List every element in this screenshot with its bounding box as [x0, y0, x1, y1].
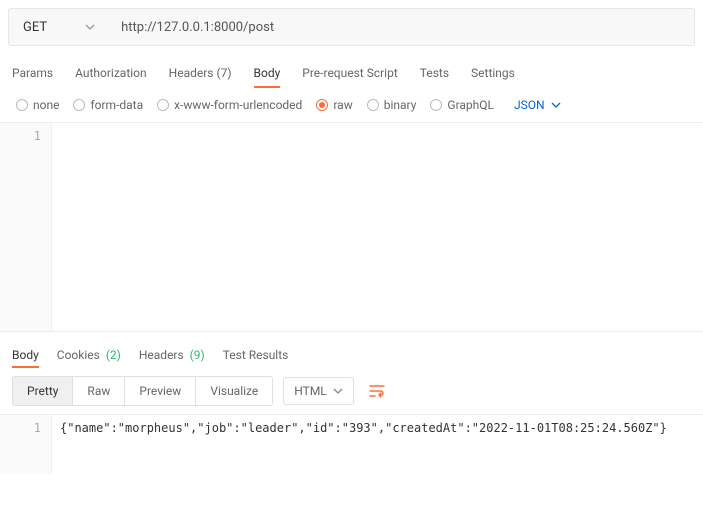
radio-dot-icon [73, 99, 85, 111]
radio-urlencoded-label: x-www-form-urlencoded [174, 98, 302, 112]
chevron-down-icon [333, 388, 343, 394]
response-format-select[interactable]: HTML [283, 377, 354, 405]
chevron-down-icon [85, 24, 95, 30]
resp-tab-cookies-label: Cookies [57, 348, 100, 362]
radio-dot-icon [367, 99, 379, 111]
view-raw-button[interactable]: Raw [72, 377, 124, 405]
radio-graphql[interactable]: GraphQL [430, 98, 494, 112]
radio-binary-label: binary [384, 98, 417, 112]
editor-content[interactable]: {"name":"morpheus","job":"leader","id":"… [52, 415, 703, 474]
url-input[interactable]: http://127.0.0.1:8000/post [109, 20, 694, 35]
radio-binary[interactable]: binary [367, 98, 417, 112]
view-mode-group: Pretty Raw Preview Visualize [12, 376, 273, 406]
line-number: 1 [0, 129, 41, 143]
radio-formdata-label: form-data [90, 98, 143, 112]
tab-params[interactable]: Params [12, 60, 53, 88]
http-method-value: GET [23, 20, 47, 35]
wrap-lines-button[interactable] [364, 377, 390, 405]
radio-urlencoded[interactable]: x-www-form-urlencoded [157, 98, 302, 112]
line-number: 1 [0, 421, 41, 435]
tab-headers[interactable]: Headers (7) [169, 60, 232, 88]
request-tabs: Params Authorization Headers (7) Body Pr… [0, 54, 703, 88]
view-visualize-button[interactable]: Visualize [195, 377, 272, 405]
tab-body[interactable]: Body [254, 60, 281, 88]
editor-gutter: 1 [0, 415, 52, 474]
response-body-editor[interactable]: 1 {"name":"morpheus","job":"leader","id"… [0, 414, 703, 474]
editor-line: {"name":"morpheus","job":"leader","id":"… [60, 421, 667, 435]
tab-settings[interactable]: Settings [471, 60, 515, 88]
view-preview-button[interactable]: Preview [124, 377, 195, 405]
response-view-controls: Pretty Raw Preview Visualize HTML [0, 368, 703, 414]
editor-content[interactable] [52, 123, 703, 331]
radio-raw[interactable]: raw [316, 98, 352, 112]
request-body-editor[interactable]: 1 [0, 122, 703, 332]
body-language-value: JSON [514, 98, 545, 112]
view-pretty-button[interactable]: Pretty [13, 377, 72, 405]
radio-none-label: none [33, 98, 59, 112]
resp-tab-headers[interactable]: Headers (9) [139, 344, 205, 368]
resp-tab-cookies[interactable]: Cookies (2) [57, 344, 121, 368]
body-type-row: none form-data x-www-form-urlencoded raw… [0, 88, 703, 122]
editor-gutter: 1 [0, 123, 52, 331]
resp-tab-testresults[interactable]: Test Results [223, 344, 289, 368]
resp-tab-headers-label: Headers [139, 348, 184, 362]
tab-tests[interactable]: Tests [420, 60, 449, 88]
chevron-down-icon [551, 102, 561, 108]
cookies-count: (2) [106, 348, 121, 362]
body-language-select[interactable]: JSON [514, 98, 561, 112]
headers-count: (9) [190, 348, 205, 362]
http-method-select[interactable]: GET [9, 9, 109, 45]
radio-formdata[interactable]: form-data [73, 98, 143, 112]
response-format-value: HTML [294, 384, 327, 398]
tab-authorization[interactable]: Authorization [75, 60, 147, 88]
url-bar: GET http://127.0.0.1:8000/post [8, 8, 695, 46]
radio-dot-icon [157, 99, 169, 111]
resp-tab-body[interactable]: Body [12, 344, 39, 368]
response-tabs: Body Cookies (2) Headers (9) Test Result… [0, 332, 703, 368]
radio-dot-icon [16, 99, 28, 111]
radio-none[interactable]: none [16, 98, 59, 112]
radio-dot-icon [430, 99, 442, 111]
radio-raw-label: raw [333, 98, 352, 112]
radio-graphql-label: GraphQL [447, 98, 494, 112]
tab-prerequest[interactable]: Pre-request Script [302, 60, 397, 88]
radio-dot-icon [316, 99, 328, 111]
